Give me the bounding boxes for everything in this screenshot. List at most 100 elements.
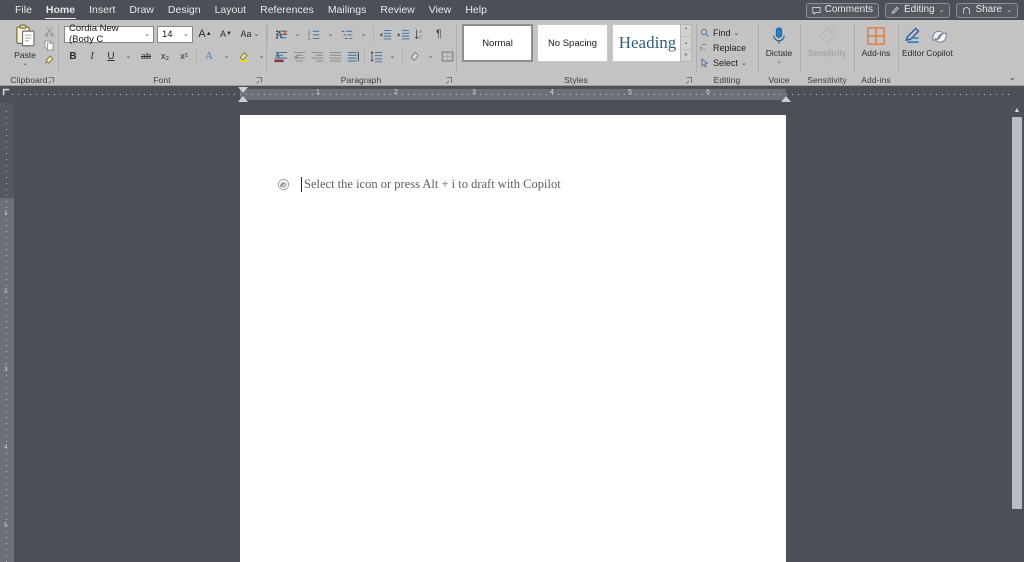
find-button[interactable]: Find ⌄ — [696, 25, 758, 40]
vruler-minor-tick — [6, 231, 7, 232]
ribbon-tab-insert[interactable]: Insert — [82, 0, 122, 20]
ribbon-tab-draw[interactable]: Draw — [122, 0, 161, 20]
font-size-input[interactable]: 14 ⌄ — [157, 25, 193, 43]
show-formatting-marks-icon[interactable]: ¶ — [430, 25, 448, 43]
paragraph-dialog-launcher[interactable] — [446, 77, 453, 84]
font-name-input[interactable]: Cordia New (Body C ⌄ — [64, 23, 154, 45]
chevron-down-icon[interactable]: ⌄ — [183, 30, 189, 38]
vruler-minor-tick — [6, 207, 7, 208]
ribbon-tab-design[interactable]: Design — [161, 0, 208, 20]
clipboard-dialog-launcher[interactable] — [48, 77, 55, 84]
editing-mode-button[interactable]: Editing ⌄ — [884, 2, 951, 18]
styles-scroll-up-button[interactable]: ⌃ — [681, 25, 691, 36]
collapse-ribbon-button[interactable]: ⌄ — [1008, 72, 1016, 83]
styles-more-button[interactable]: ⩒ — [681, 48, 691, 61]
change-case-button[interactable]: Aa ⌄ — [238, 25, 262, 43]
copy-button[interactable] — [40, 38, 58, 52]
chevron-down-icon[interactable]: ⌄ — [144, 30, 150, 38]
vertical-scrollbar[interactable]: ▲ — [1010, 103, 1024, 562]
align-center-icon[interactable] — [290, 47, 308, 65]
dictate-button[interactable]: Dictate ⌄ — [758, 22, 800, 72]
justify-icon[interactable] — [326, 47, 344, 65]
cut-button[interactable] — [40, 24, 58, 38]
text-effects-dropdown[interactable]: ⌄ — [219, 47, 234, 65]
chevron-down-icon[interactable]: ⌄ — [776, 58, 781, 65]
right-indent-marker[interactable] — [781, 96, 791, 102]
replace-button[interactable]: bc Replace — [696, 40, 758, 55]
copilot-button[interactable]: Copilot — [926, 22, 953, 72]
strikethrough-button[interactable]: ab — [137, 47, 155, 65]
distributed-align-icon[interactable] — [344, 47, 362, 65]
multilevel-list-dropdown[interactable]: ⌄ — [356, 25, 371, 43]
shading-icon[interactable] — [405, 47, 423, 65]
chevron-down-icon[interactable]: ⌄ — [22, 60, 27, 67]
shrink-font-button[interactable]: A ▼ — [217, 25, 235, 43]
sort-az-icon[interactable]: AZ — [412, 25, 430, 43]
comments-button[interactable]: Comments — [805, 2, 879, 18]
left-indent-marker[interactable] — [238, 96, 248, 102]
line-spacing-dropdown[interactable]: ⌄ — [385, 47, 400, 65]
align-right-icon[interactable] — [308, 47, 326, 65]
editor-label: Editor — [902, 48, 925, 58]
align-left-icon[interactable] — [272, 47, 290, 65]
copilot-draft-prompt[interactable]: Select the icon or press Alt + i to draf… — [276, 177, 561, 192]
scroll-up-button[interactable]: ▲ — [1011, 105, 1023, 116]
chevron-down-icon[interactable]: ⌄ — [254, 30, 260, 38]
format-painter-button[interactable] — [40, 52, 58, 66]
line-spacing-icon[interactable] — [367, 47, 385, 65]
ribbon-tab-help[interactable]: Help — [458, 0, 494, 20]
highlight-color-button[interactable] — [235, 47, 253, 65]
addins-button[interactable]: Add-ins — [854, 22, 898, 72]
ribbon-tab-review[interactable]: Review — [373, 0, 421, 20]
document-page[interactable]: Select the icon or press Alt + i to draf… — [240, 115, 786, 562]
ribbon-tab-home[interactable]: Home — [39, 0, 82, 20]
increase-indent-icon[interactable] — [394, 25, 412, 43]
sensitivity-button[interactable]: Sensitivity ⌄ — [800, 22, 854, 72]
decrease-indent-icon[interactable] — [376, 25, 394, 43]
ribbon-tab-file[interactable]: File — [8, 0, 39, 20]
ribbon-tab-layout[interactable]: Layout — [208, 0, 254, 20]
styles-gallery: Normal No Spacing Heading — [462, 24, 683, 62]
vertical-ruler[interactable]: 1 2 3 4 5 — [0, 103, 14, 562]
ribbon-tab-view[interactable]: View — [422, 0, 459, 20]
underline-button[interactable]: U — [102, 47, 120, 65]
horizontal-ruler[interactable] — [0, 86, 1024, 103]
grow-font-button[interactable]: A ▲ — [196, 25, 214, 43]
styles-dialog-launcher[interactable] — [686, 77, 693, 84]
chevron-down-icon[interactable]: ⌄ — [824, 58, 829, 65]
subscript-button[interactable]: x₂ — [156, 47, 174, 65]
style-normal[interactable]: Normal — [462, 24, 533, 62]
styles-scroll-down-button[interactable]: ⌄ — [681, 36, 691, 48]
underline-dropdown[interactable]: ⌄ — [121, 47, 136, 65]
superscript-button[interactable]: x² — [175, 47, 193, 65]
shading-dropdown[interactable]: ⌄ — [423, 47, 438, 65]
chevron-down-icon[interactable]: ⌄ — [734, 29, 740, 37]
italic-button[interactable]: I — [83, 47, 101, 65]
text-effects-button[interactable]: A — [200, 47, 218, 65]
numbered-list-dropdown[interactable]: ⌄ — [323, 25, 338, 43]
tab-stop-selector[interactable] — [2, 88, 10, 96]
ribbon-group-sensitivity: Sensitivity ⌄ Sensitivity — [800, 20, 854, 86]
editor-button[interactable]: Editor — [902, 22, 924, 72]
vruler-minor-tick — [6, 141, 7, 142]
chevron-down-icon[interactable]: ⌄ — [741, 59, 747, 67]
scrollbar-thumb[interactable] — [1012, 117, 1022, 509]
first-line-indent-marker[interactable] — [238, 87, 248, 93]
bold-button[interactable]: B — [64, 47, 82, 65]
copilot-draft-icon[interactable] — [276, 177, 291, 192]
share-button[interactable]: Share ⌄ — [956, 2, 1018, 18]
numbered-list-icon[interactable]: 123 — [305, 25, 323, 43]
font-dialog-launcher[interactable] — [256, 77, 263, 84]
style-heading[interactable]: Heading — [612, 24, 683, 62]
paste-button[interactable]: Paste ⌄ — [8, 23, 42, 69]
borders-icon[interactable] — [438, 47, 456, 65]
vruler-minor-tick — [6, 261, 7, 262]
bullet-list-icon[interactable] — [272, 25, 290, 43]
ribbon-tab-references[interactable]: References — [253, 0, 321, 20]
ribbon-tab-mailings[interactable]: Mailings — [321, 0, 374, 20]
select-button[interactable]: Select ⌄ — [696, 55, 758, 70]
addins-grid-icon — [865, 25, 887, 47]
multilevel-list-icon[interactable] — [338, 25, 356, 43]
style-no-spacing[interactable]: No Spacing — [537, 24, 608, 62]
bullet-list-dropdown[interactable]: ⌄ — [290, 25, 305, 43]
